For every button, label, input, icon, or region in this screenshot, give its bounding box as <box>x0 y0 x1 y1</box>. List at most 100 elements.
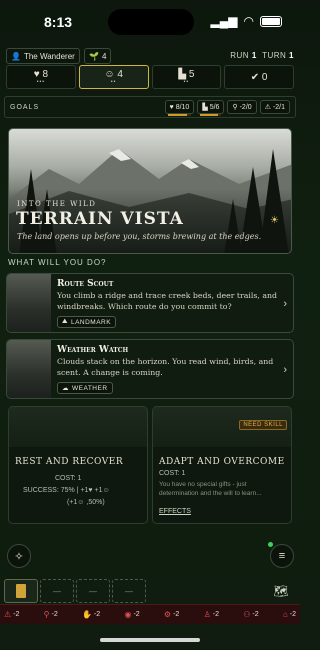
stat-dots: •• <box>110 79 117 85</box>
run-value: 1 <box>251 51 257 60</box>
dynamic-island <box>108 9 194 35</box>
goal-progress <box>200 114 222 116</box>
effect-value: -2 <box>13 611 20 618</box>
section-label: WHAT WILL YOU DO? <box>8 258 107 267</box>
card-adapt-and-overcome[interactable]: NEED SKILL ADAPT AND OVERCOME COST: 1 Yo… <box>152 406 292 524</box>
effect-home: ⌂ -2 <box>283 610 296 619</box>
option-tag: ⛰ LANDMARK <box>57 316 117 328</box>
turn-value: 1 <box>289 51 294 60</box>
option-route-scout[interactable]: Route Scout You climb a ridge and trace … <box>6 273 294 333</box>
goals-bar[interactable]: GOALS ♥ 8/10 ▙ 5/6 ⚲ -2/0 ⚠ -2/1 <box>4 96 296 118</box>
chevron-right-icon: › <box>283 298 287 310</box>
menu-icon: ≡ <box>278 550 286 562</box>
goal-resource: ▙ 5/6 <box>197 100 225 116</box>
character-name: The Wanderer <box>23 51 75 61</box>
effect-value: -2 <box>289 611 296 618</box>
inventory-slot-card[interactable] <box>4 579 38 603</box>
card-title: ADAPT AND OVERCOME <box>159 457 285 467</box>
home-indicator[interactable] <box>100 638 200 642</box>
goal-value: 8/10 <box>175 103 190 111</box>
card-icon <box>16 584 26 598</box>
effect-eye: ◉ -2 <box>124 610 139 619</box>
stat-tabs: ♥ 8 ••• ☺ 4 •• ▙ 5 •• ✔ 0 <box>6 65 294 89</box>
inventory-slot[interactable]: — <box>76 579 110 603</box>
goal-value: 5/6 <box>209 103 220 111</box>
terrain-vista-hero: INTO THE WILD TERRAIN VISTA The land ope… <box>8 128 292 254</box>
stat-completed[interactable]: ✔ 0 <box>224 65 294 89</box>
inventory-bar: — — — 🗺 <box>4 578 296 604</box>
pin-icon: ⚲ <box>232 104 238 111</box>
stat-mood[interactable]: ☺ 4 •• <box>78 65 149 89</box>
stat-value: 5 <box>188 69 195 80</box>
menu-button[interactable]: ≡ <box>270 544 294 568</box>
effect-gear: ⚙ -2 <box>164 610 179 619</box>
hero-eyebrow: INTO THE WILD <box>17 200 97 208</box>
wifi-icon: ◠ <box>243 14 254 28</box>
weather-watch-thumbnail <box>7 340 51 398</box>
check-icon: ✔ <box>250 71 260 83</box>
card-extra: (+1☺ ,50%) <box>67 499 105 506</box>
game-top-bar: 👤 The Wanderer 🌱 4 RUN 1 TURN 1 <box>6 48 294 64</box>
stat-dots: •• <box>183 79 190 85</box>
option-weather-watch[interactable]: Weather Watch Clouds stack on the horizo… <box>6 339 294 399</box>
hand-icon: ✋ <box>82 610 92 619</box>
sparkle-button[interactable]: ✧ <box>7 544 31 568</box>
inventory-slot[interactable]: — <box>112 579 146 603</box>
eye-icon: ◉ <box>124 610 132 619</box>
effect-value: -2 <box>212 611 219 618</box>
rest-card-image <box>9 407 147 447</box>
ios-status-bar: 8:13 ▂▄▆ ◠ <box>0 0 300 44</box>
stat-health[interactable]: ♥ 8 ••• <box>6 65 76 89</box>
effect-value: -2 <box>173 611 180 618</box>
route-scout-thumbnail <box>7 274 51 332</box>
warning-icon: ⚠ <box>4 610 12 619</box>
goals-label: GOALS <box>10 103 40 111</box>
cloud-icon: ☁ <box>62 385 69 392</box>
group-icon: ⚇ <box>243 610 251 619</box>
effect-hand: ✋ -2 <box>82 610 100 619</box>
signal-icon: ▂▄▆ <box>210 14 238 28</box>
option-title: Route Scout <box>57 279 114 289</box>
hiker-icon: ⛰ <box>62 318 68 325</box>
resource-icon: ▙ <box>202 104 208 111</box>
hero-subtitle: The land opens up before you, storms bre… <box>17 232 262 241</box>
card-success: SUCCESS: 75% | +1♥ +1☺ <box>23 487 110 494</box>
card-title: REST AND RECOVER <box>15 457 124 467</box>
goal-value: -2/0 <box>239 103 252 111</box>
effects-bar: ⚠ -2 ⚲ -2 ✋ -2 ◉ -2 ⚙ -2 ♙ -2 ⚇ -2 ⌂ -2 <box>0 604 300 624</box>
person-icon: 👤 <box>11 51 21 61</box>
effect-value: -2 <box>51 611 58 618</box>
status-time: 8:13 <box>44 14 73 30</box>
turn-label: TURN <box>262 51 287 60</box>
goal-warning: ⚠ -2/1 <box>259 100 290 114</box>
inventory-slot[interactable]: — <box>40 579 74 603</box>
sprout-chip[interactable]: 🌱 4 <box>84 48 112 64</box>
stat-value: 4 <box>117 69 123 80</box>
effects-link[interactable]: EFFECTS <box>159 508 191 515</box>
stat-value: 0 <box>261 71 268 83</box>
effect-warning: ⚠ -2 <box>4 610 19 619</box>
map-button[interactable]: 🗺 <box>266 579 296 603</box>
character-chip[interactable]: 👤 The Wanderer <box>6 48 80 64</box>
stat-resource[interactable]: ▙ 5 •• <box>151 65 222 89</box>
warning-icon: ⚠ <box>264 104 271 111</box>
run-label: RUN <box>230 51 250 60</box>
stat-dots: ••• <box>36 79 45 85</box>
battery-icon <box>260 15 282 27</box>
effect-value: -2 <box>133 611 140 618</box>
card-rest-and-recover[interactable]: REST AND RECOVER COST: 1 SUCCESS: 75% | … <box>8 406 148 524</box>
chevron-right-icon: › <box>283 364 287 376</box>
hiker-sun-icon: ☀ <box>270 215 279 226</box>
goal-location: ⚲ -2/0 <box>227 100 257 114</box>
card-body: You have no special gifts - just determi… <box>159 481 262 497</box>
effect-value: -2 <box>93 611 101 618</box>
pin-icon: ⚲ <box>43 610 50 619</box>
sparkle-icon: ✧ <box>14 550 24 563</box>
tag-label: LANDMARK <box>70 318 112 326</box>
notification-dot <box>268 542 273 547</box>
person-icon: ♙ <box>203 610 211 619</box>
need-skill-badge: NEED SKILL <box>239 420 287 430</box>
gear-icon: ⚙ <box>163 610 172 619</box>
status-icons: ▂▄▆ ◠ <box>211 14 282 28</box>
goal-health: ♥ 8/10 <box>164 100 195 116</box>
